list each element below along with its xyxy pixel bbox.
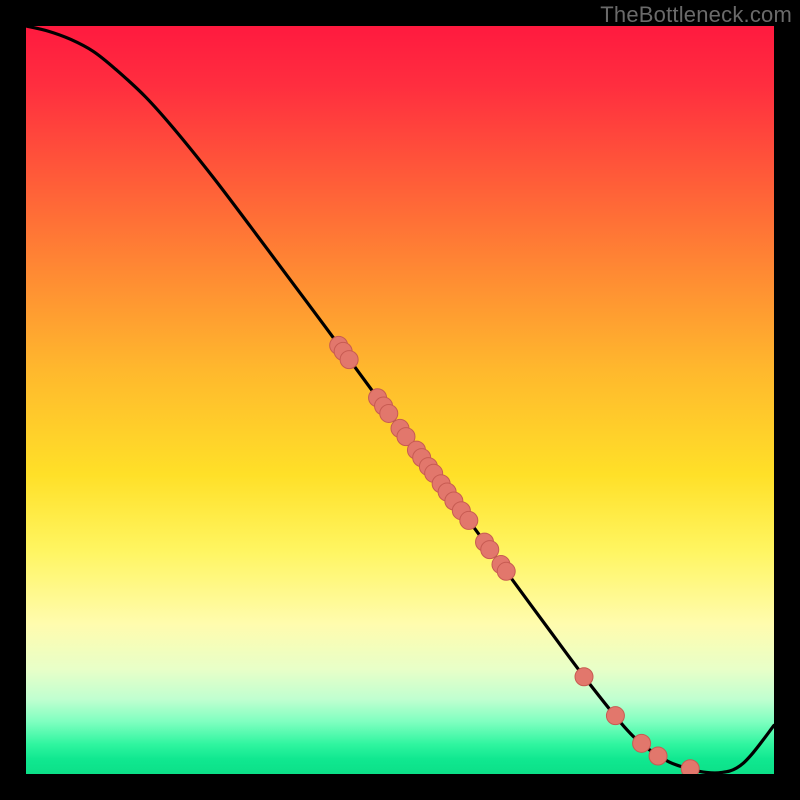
data-dot [649,747,667,765]
chart-plot-area [26,26,774,774]
data-dot [481,541,499,559]
data-dot [681,760,699,774]
data-dot [606,707,624,725]
data-dots [330,336,700,774]
data-dot [340,351,358,369]
chart-svg [26,26,774,774]
data-dot [380,404,398,422]
data-dot [460,511,478,529]
data-dot [633,734,651,752]
data-dot [575,668,593,686]
data-dot [497,562,515,580]
watermark-text: TheBottleneck.com [600,2,792,28]
curve-line [26,26,774,773]
chart-frame: TheBottleneck.com [0,0,800,800]
